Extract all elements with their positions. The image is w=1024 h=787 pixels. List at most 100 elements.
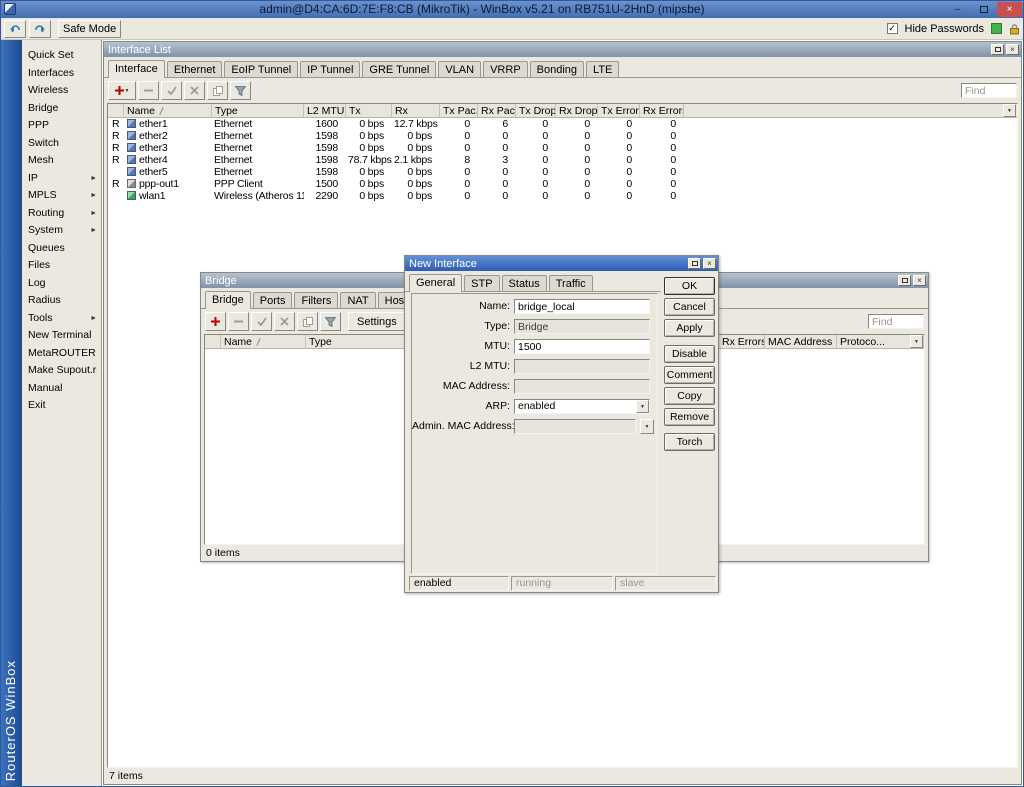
column-tx-drops[interactable]: Tx Drops	[516, 104, 556, 117]
find-input[interactable]	[961, 83, 1017, 98]
sidebar-item-interfaces[interactable]: Interfaces	[22, 65, 101, 83]
column-rx-drops[interactable]: Rx Drops	[556, 104, 598, 117]
filter-button[interactable]	[230, 81, 251, 100]
tab-status[interactable]: Status	[502, 275, 547, 291]
comment-button[interactable]	[207, 81, 228, 100]
restore-button[interactable]	[688, 258, 701, 269]
close-button[interactable]: ×	[913, 275, 926, 286]
column-tx-packets[interactable]: Tx Pac...	[440, 104, 478, 117]
tab-general[interactable]: General	[409, 274, 462, 292]
minimize-button[interactable]: –	[945, 2, 970, 17]
column-l2mtu[interactable]: L2 MTU	[304, 104, 346, 117]
column-tx-errors[interactable]: Tx Errors	[598, 104, 640, 117]
column-picker-button[interactable]: ▼	[910, 335, 923, 348]
table-row[interactable]: R ether2 Ethernet 1598 0 bps 0 bps 0 0 0…	[108, 130, 1017, 142]
sidebar-item-new-terminal[interactable]: New Terminal	[22, 327, 101, 345]
column-picker-button[interactable]: ▼	[1003, 104, 1016, 117]
sidebar-item-wireless[interactable]: Wireless	[22, 82, 101, 100]
sidebar-item-exit[interactable]: Exit	[22, 397, 101, 415]
redo-button[interactable]	[29, 20, 51, 38]
tab-bonding[interactable]: Bonding	[530, 61, 584, 77]
table-row[interactable]: R ether1 Ethernet 1600 0 bps 12.7 kbps 0…	[108, 118, 1017, 130]
sidebar-item-mesh[interactable]: Mesh	[22, 152, 101, 170]
mtu-field[interactable]	[514, 339, 650, 354]
table-row[interactable]: ether5 Ethernet 1598 0 bps 0 bps 0 0 0 0…	[108, 166, 1017, 178]
table-row[interactable]: R ppp-out1 PPP Client 1500 0 bps 0 bps 0…	[108, 178, 1017, 190]
ok-button[interactable]: OK	[664, 277, 715, 295]
maximize-button[interactable]	[971, 2, 996, 17]
sidebar-item-switch[interactable]: Switch	[22, 135, 101, 153]
restore-button[interactable]	[991, 44, 1004, 55]
tab-stp[interactable]: STP	[464, 275, 499, 291]
column-mac-address[interactable]: MAC Address	[765, 335, 837, 348]
sidebar-item-system[interactable]: System►	[22, 222, 101, 240]
add-button[interactable]: ▼	[108, 81, 136, 100]
add-button[interactable]	[205, 312, 226, 331]
enable-button[interactable]	[161, 81, 182, 100]
sidebar-item-ip[interactable]: IP►	[22, 170, 101, 188]
safe-mode-button[interactable]: Safe Mode	[58, 20, 121, 38]
type-field[interactable]	[514, 319, 650, 334]
column-rx-errors[interactable]: Rx Errors	[719, 335, 765, 348]
sidebar-item-mpls[interactable]: MPLS►	[22, 187, 101, 205]
filter-button[interactable]	[320, 312, 341, 331]
sidebar-item-ppp[interactable]: PPP	[22, 117, 101, 135]
tab-lte[interactable]: LTE	[586, 61, 619, 77]
find-input[interactable]	[868, 314, 924, 329]
column-flags[interactable]	[108, 104, 124, 117]
table-row[interactable]: R ether3 Ethernet 1598 0 bps 0 bps 0 0 0…	[108, 142, 1017, 154]
column-rx-errors[interactable]: Rx Errors	[640, 104, 684, 117]
column-name[interactable]: Name	[221, 335, 306, 348]
sidebar-item-metarouter[interactable]: MetaROUTER	[22, 345, 101, 363]
tab-traffic[interactable]: Traffic	[549, 275, 593, 291]
cancel-button[interactable]: Cancel	[664, 298, 715, 316]
close-button[interactable]: ×	[997, 2, 1022, 17]
hide-passwords-checkbox[interactable]: ✓	[887, 23, 898, 34]
name-field[interactable]	[514, 299, 650, 314]
table-row[interactable]: R ether4 Ethernet 1598 78.7 kbps 2.1 kbp…	[108, 154, 1017, 166]
table-row[interactable]: wlan1 Wireless (Atheros 11N) 2290 0 bps …	[108, 190, 1017, 202]
copy-button[interactable]: Copy	[664, 387, 715, 405]
sidebar-item-manual[interactable]: Manual	[22, 380, 101, 398]
tab-bridge[interactable]: Bridge	[205, 291, 251, 309]
sidebar-item-make-supout[interactable]: Make Supout.rif	[22, 362, 101, 380]
sidebar-item-tools[interactable]: Tools►	[22, 310, 101, 328]
apply-button[interactable]: Apply	[664, 319, 715, 337]
disable-button[interactable]	[184, 81, 205, 100]
torch-button[interactable]: Torch	[664, 433, 715, 451]
chevron-down-icon[interactable]: ▼	[636, 400, 649, 413]
settings-button[interactable]: Settings	[348, 312, 406, 331]
sidebar-item-routing[interactable]: Routing►	[22, 205, 101, 223]
sidebar-item-log[interactable]: Log	[22, 275, 101, 293]
column-rx-packets[interactable]: Rx Pac...	[478, 104, 516, 117]
admin-mac-dropdown-button[interactable]: ▼	[640, 419, 654, 434]
enable-button[interactable]	[251, 312, 272, 331]
tab-vlan[interactable]: VLAN	[438, 61, 481, 77]
tab-nat[interactable]: NAT	[340, 292, 375, 308]
comment-button[interactable]	[297, 312, 318, 331]
sidebar-item-radius[interactable]: Radius	[22, 292, 101, 310]
tab-gre-tunnel[interactable]: GRE Tunnel	[362, 61, 436, 77]
column-name[interactable]: Name	[124, 104, 212, 117]
tab-ethernet[interactable]: Ethernet	[167, 61, 223, 77]
sidebar-item-bridge[interactable]: Bridge	[22, 100, 101, 118]
disable-button[interactable]	[274, 312, 295, 331]
l2mtu-field[interactable]	[514, 359, 650, 374]
remove-button[interactable]	[138, 81, 159, 100]
remove-button[interactable]: Remove	[664, 408, 715, 426]
mac-address-field[interactable]	[514, 379, 650, 394]
comment-button[interactable]: Comment	[664, 366, 715, 384]
tab-vrrp[interactable]: VRRP	[483, 61, 528, 77]
tab-ports[interactable]: Ports	[253, 292, 293, 308]
column-flags[interactable]	[205, 335, 221, 348]
close-button[interactable]: ×	[1006, 44, 1019, 55]
column-type[interactable]: Type	[212, 104, 304, 117]
remove-button[interactable]	[228, 312, 249, 331]
column-rx[interactable]: Rx	[392, 104, 440, 117]
arp-select[interactable]: enabled ▼	[514, 399, 650, 414]
column-type[interactable]: Type	[306, 335, 406, 348]
restore-button[interactable]	[898, 275, 911, 286]
column-tx[interactable]: Tx	[346, 104, 392, 117]
sidebar-item-quick-set[interactable]: Quick Set	[22, 47, 101, 65]
dialog-titlebar[interactable]: New Interface ×	[405, 256, 718, 271]
